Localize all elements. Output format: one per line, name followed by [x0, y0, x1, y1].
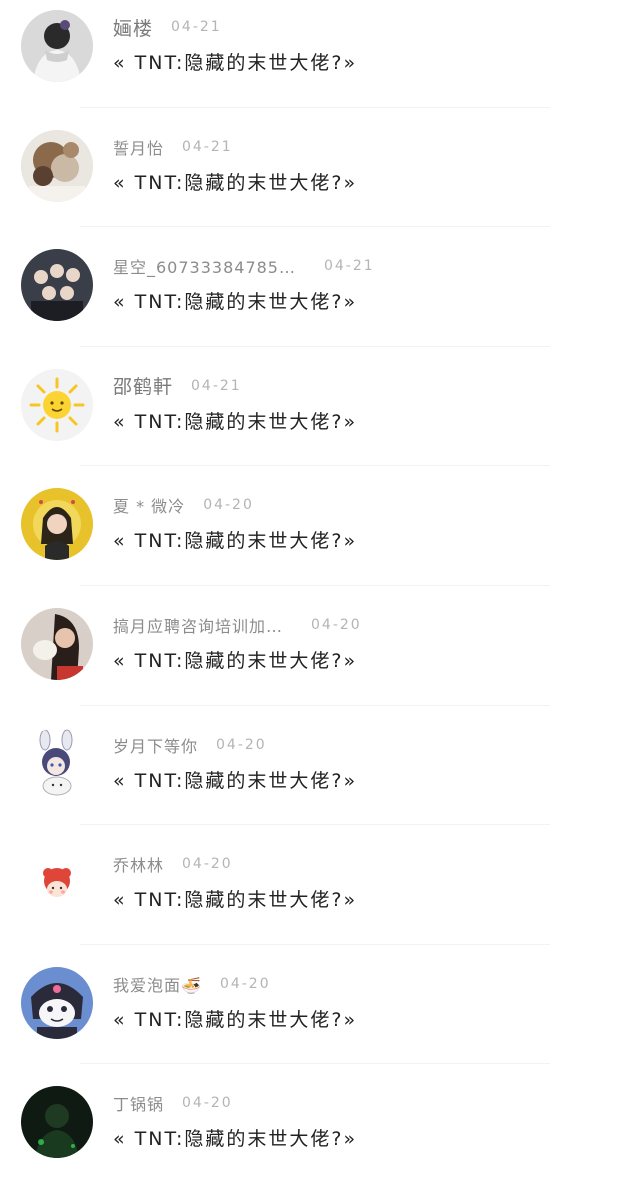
comment-text: « TNT:隐藏的末世大佬?»	[113, 1008, 358, 1031]
comment-item[interactable]: 乔林林 04-20 « TNT:隐藏的末世大佬?»	[0, 837, 640, 957]
divider	[80, 106, 550, 108]
username[interactable]: 邵鹤軒	[113, 372, 173, 399]
comment-date: 04-20	[182, 1095, 233, 1112]
sun-avatar-icon[interactable]	[21, 368, 93, 441]
comment-date: 04-20	[203, 497, 254, 514]
comment-text: « TNT:隐藏的末世大佬?»	[113, 1128, 358, 1151]
comment-item[interactable]: 星空_60733384785… 04-21 « TNT:隐藏的末世大佬?»	[0, 239, 640, 359]
comment-date: 04-20	[311, 616, 362, 633]
username[interactable]: 星空_60733384785…	[113, 254, 296, 278]
username[interactable]: 誓月怡	[113, 135, 164, 159]
comment-text: « TNT:隐藏的末世大佬?»	[113, 889, 358, 912]
comment-list: 婳楼 04-21 « TNT:隐藏的末世大佬?» 誓月怡 04-21 « TNT…	[0, 0, 640, 1159]
comment-date: 04-21	[182, 138, 233, 155]
divider	[80, 345, 550, 347]
comment-item[interactable]: 我爱泡面🍜 04-20 « TNT:隐藏的末世大佬?»	[0, 957, 640, 1077]
comment-item[interactable]: 婳楼 04-21 « TNT:隐藏的末世大佬?»	[0, 0, 640, 120]
username[interactable]: 我爱泡面🍜	[113, 972, 202, 996]
divider	[80, 584, 550, 586]
username[interactable]: 搞月应聘咨询培训加…	[113, 613, 283, 637]
username[interactable]: 岁月下等你	[113, 733, 198, 757]
user-avatar-icon[interactable]	[21, 607, 93, 680]
comment-item[interactable]: 邵鹤軒 04-21 « TNT:隐藏的末世大佬?»	[0, 359, 640, 479]
username[interactable]: 乔林林	[113, 852, 164, 876]
anime-bunny-avatar-icon[interactable]	[21, 727, 93, 800]
divider	[80, 704, 550, 706]
comment-text: « TNT:隐藏的末世大佬?»	[113, 171, 358, 194]
divider	[80, 1063, 550, 1065]
username[interactable]: 丁锅锅	[113, 1091, 164, 1115]
comment-date: 04-21	[191, 377, 242, 394]
comment-date: 04-20	[216, 736, 267, 753]
divider	[80, 943, 550, 945]
comment-text: « TNT:隐藏的末世大佬?»	[113, 649, 358, 672]
divider	[80, 824, 550, 826]
user-avatar-icon[interactable]	[21, 10, 93, 82]
comment-item[interactable]: 岁月下等你 04-20 « TNT:隐藏的末世大佬?»	[0, 718, 640, 838]
comment-item[interactable]: 夏 * 微冷 04-20 « TNT:隐藏的末世大佬?»	[0, 478, 640, 598]
cartoon-girl-avatar-icon[interactable]	[21, 847, 93, 920]
username[interactable]: 夏 * 微冷	[113, 493, 185, 517]
comment-date: 04-21	[171, 19, 222, 35]
comment-text: « TNT:隐藏的末世大佬?»	[113, 410, 358, 433]
comment-text: « TNT:隐藏的末世大佬?»	[113, 291, 358, 314]
comment-item[interactable]: 丁锅锅 04-20 « TNT:隐藏的末世大佬?»	[0, 1076, 640, 1196]
comment-date: 04-20	[182, 856, 233, 873]
group-photo-avatar-icon[interactable]	[21, 249, 93, 322]
comment-text: « TNT:隐藏的末世大佬?»	[113, 769, 358, 792]
user-avatar-icon[interactable]	[21, 129, 93, 202]
comment-date: 04-21	[323, 258, 375, 275]
comment-text: « TNT:隐藏的末世大佬?»	[113, 530, 358, 553]
divider	[80, 465, 550, 467]
comment-text: « TNT:隐藏的末世大佬?»	[113, 52, 358, 74]
username[interactable]: 婳楼	[113, 14, 153, 41]
user-avatar-icon[interactable]	[21, 488, 93, 561]
comment-date: 04-20	[219, 975, 271, 992]
comment-item[interactable]: 搞月应聘咨询培训加… 04-20 « TNT:隐藏的末世大佬?»	[0, 598, 640, 718]
comment-item[interactable]: 誓月怡 04-21 « TNT:隐藏的末世大佬?»	[0, 120, 640, 240]
kuromi-avatar-icon[interactable]	[21, 966, 93, 1039]
user-avatar-icon[interactable]	[21, 1086, 93, 1159]
divider	[80, 226, 550, 228]
